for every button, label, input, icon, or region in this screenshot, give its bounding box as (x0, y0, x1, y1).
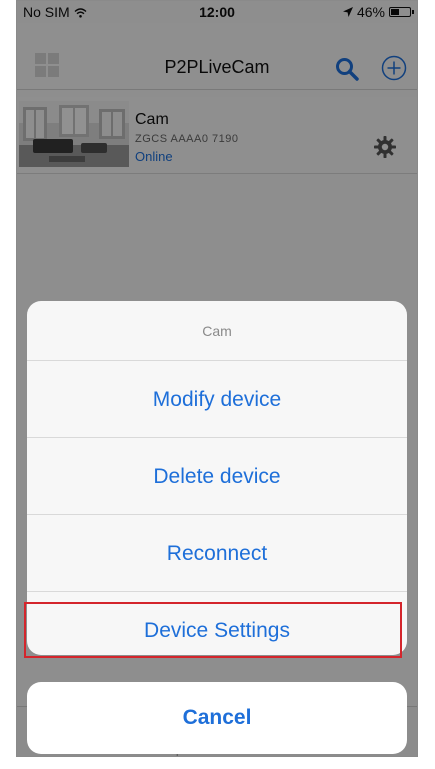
action-sheet-title: Cam (27, 301, 407, 361)
cancel-button[interactable]: Cancel (27, 682, 407, 754)
device-settings-button[interactable]: Device Settings (27, 592, 407, 655)
phone-screen: No SIM 12:00 46% P2PLiveCam Cam ZGCS AAA… (16, 0, 418, 757)
action-sheet: Cam Modify device Delete device Reconnec… (27, 301, 407, 655)
delete-device-button[interactable]: Delete device (27, 438, 407, 515)
reconnect-button[interactable]: Reconnect (27, 515, 407, 592)
modify-device-button[interactable]: Modify device (27, 361, 407, 438)
